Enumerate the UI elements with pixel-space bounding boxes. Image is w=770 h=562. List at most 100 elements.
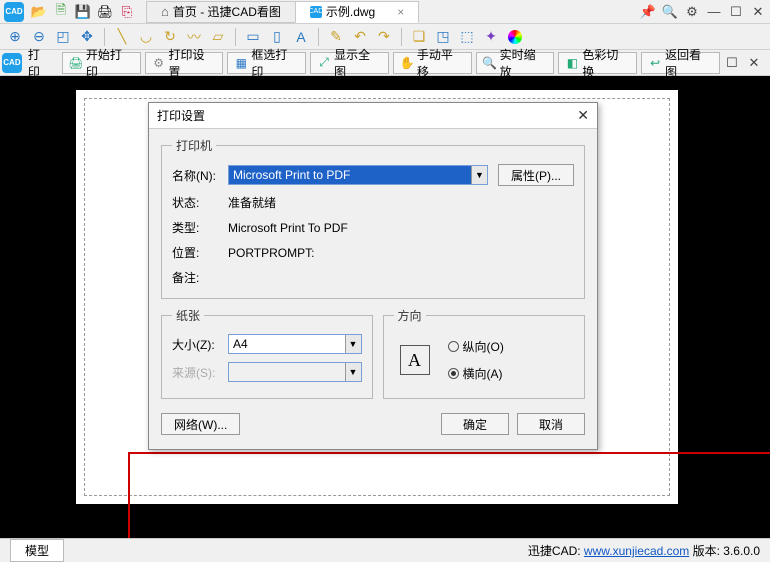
brush-icon[interactable]: ✎ [327,28,345,46]
zoom-extents-icon[interactable]: ⊕ [6,28,24,46]
wand-icon[interactable]: ✦ [482,28,500,46]
combo-arrow-icon: ▼ [345,363,361,381]
cube-icon[interactable]: ⬚ [458,28,476,46]
app-logo: CAD [4,2,24,22]
hand-icon: ✋ [400,56,414,70]
start-print-button[interactable]: 🖨开始打印 [62,52,141,74]
tab-close-icon[interactable]: × [397,5,404,19]
redo-icon[interactable]: ↷ [375,28,393,46]
magnify-icon: 🔍 [483,56,497,70]
paper-size-label: 大小(Z): [172,336,228,353]
print-settings-dialog: 打印设置 ✕ 打印机 名称(N): Microsoft Print to PDF… [148,102,598,450]
zoom-all-button[interactable]: ⤢显示全图 [310,52,389,74]
printer-name-combo[interactable]: Microsoft Print to PDF ▼ [228,165,488,185]
status-right: 迅捷CAD: www.xunjiecad.com 版本: 3.6.0.0 [528,542,760,559]
settings-icon: ⚙ [152,56,166,70]
pan-icon[interactable]: ✥ [78,28,96,46]
realtime-zoom-button[interactable]: 🔍实时缩放 [476,52,555,74]
tab-file-label: 示例.dwg [326,3,375,20]
block-icon[interactable]: ◳ [434,28,452,46]
type-value: Microsoft Print To PDF [228,221,348,235]
print-icon[interactable]: 🖨 [96,3,114,21]
export-icon[interactable]: ⎘ [118,3,136,21]
ok-button[interactable]: 确定 [441,413,509,435]
area-icon[interactable]: ▱ [209,28,227,46]
paper-source-combo: ▼ [228,362,362,382]
select-window-icon: ▦ [234,56,248,70]
print-settings-button[interactable]: ⚙打印设置 [145,52,224,74]
text-icon[interactable]: A [292,28,310,46]
gear-icon[interactable]: ⚙ [684,4,700,20]
panel-restore-icon[interactable]: ☐ [724,55,740,71]
radio-icon [448,341,459,352]
radio-icon [448,368,459,379]
printer-name-label: 名称(N): [172,167,228,184]
where-value: PORTPROMPT: [228,246,314,260]
dialog-title: 打印设置 [157,107,205,124]
zoom-icon[interactable]: 🔍 [662,4,678,20]
panel-close-icon[interactable]: ✕ [746,55,762,71]
window-minimize-icon[interactable]: — [706,4,722,20]
cancel-button[interactable]: 取消 [517,413,585,435]
system-controls: 📌 🔍 ⚙ — ☐ ✕ [640,4,766,20]
window-select-print-button[interactable]: ▦框选打印 [227,52,306,74]
status-url-link[interactable]: www.xunjiecad.com [584,544,689,558]
comment-label: 备注: [172,269,228,286]
top-bar: CAD 📂 🗎 💾 🖨 ⎘ ⌂ 首页 - 迅捷CAD看图 CAD 示例.dwg … [0,0,770,24]
measure-line-icon[interactable]: ╲ [113,28,131,46]
orientation-portrait-radio[interactable]: 纵向(O) [448,338,504,355]
combo-arrow-icon[interactable]: ▼ [345,335,361,353]
new-icon[interactable]: 🗎 [52,3,70,21]
tab-file[interactable]: CAD 示例.dwg × [295,1,419,23]
home-icon: ⌂ [161,4,169,19]
paper-group: 纸张 大小(Z): A4 ▼ 来源(S): ▼ [161,307,373,399]
zoom-window-icon[interactable]: ◰ [54,28,72,46]
refresh-icon[interactable]: ↻ [161,28,179,46]
where-label: 位置: [172,244,228,261]
paper-size-combo[interactable]: A4 ▼ [228,334,362,354]
orientation-landscape-label: 横向(A) [463,365,503,382]
drawing-frame [128,452,770,544]
zoom-in-icon[interactable]: ⊖ [30,28,48,46]
window-maximize-icon[interactable]: ☐ [728,4,744,20]
orientation-preview-icon: A [400,345,430,375]
tab-home-label: 首页 - 迅捷CAD看图 [173,3,281,20]
window-tile-icon[interactable]: ▯ [268,28,286,46]
fit-icon: ⤢ [317,56,331,70]
orientation-legend: 方向 [394,307,426,324]
layer-icon[interactable]: ▭ [244,28,262,46]
orientation-portrait-label: 纵向(O) [463,338,504,355]
combo-arrow-icon[interactable]: ▼ [471,166,487,184]
cad-file-icon: CAD [310,6,322,18]
undo-icon[interactable]: ↶ [351,28,369,46]
status-brand: 迅捷CAD: [528,544,581,558]
layers-icon[interactable]: ❏ [410,28,428,46]
status-version: 版本: 3.6.0.0 [689,544,760,558]
palette-icon[interactable] [506,28,524,46]
dialog-titlebar: 打印设置 ✕ [149,103,597,129]
open-icon[interactable]: 📂 [30,3,48,21]
back-icon: ↩ [648,56,662,70]
color-toggle-button[interactable]: ◧色彩切换 [558,52,637,74]
printer-properties-button[interactable]: 属性(P)... [498,164,574,186]
printer-icon: 🖨 [69,56,83,70]
orientation-landscape-radio[interactable]: 横向(A) [448,365,504,382]
panel-title: 打印 [28,46,52,80]
status-value: 准备就绪 [228,194,276,211]
pan-button[interactable]: ✋手动平移 [393,52,472,74]
network-button[interactable]: 网络(W)... [161,413,240,435]
save-icon[interactable]: 💾 [74,3,92,21]
tab-bar: ⌂ 首页 - 迅捷CAD看图 CAD 示例.dwg × [138,1,640,23]
window-close-icon[interactable]: ✕ [750,4,766,20]
model-tab[interactable]: 模型 [10,539,64,562]
tab-home[interactable]: ⌂ 首页 - 迅捷CAD看图 [146,1,295,23]
print-panel-header: CAD 打印 🖨开始打印 ⚙打印设置 ▦框选打印 ⤢显示全图 ✋手动平移 🔍实时… [0,50,770,76]
printer-legend: 打印机 [172,137,216,154]
back-to-view-button[interactable]: ↩返回看图 [641,52,720,74]
dialog-close-icon[interactable]: ✕ [577,107,589,124]
orientation-group: 方向 A 纵向(O) 横向(A) [383,307,585,399]
paper-size-value: A4 [229,337,248,351]
arc-icon[interactable]: ◡ [137,28,155,46]
pin-icon[interactable]: 📌 [640,4,656,20]
polyline-icon[interactable]: 〰 [185,28,203,46]
